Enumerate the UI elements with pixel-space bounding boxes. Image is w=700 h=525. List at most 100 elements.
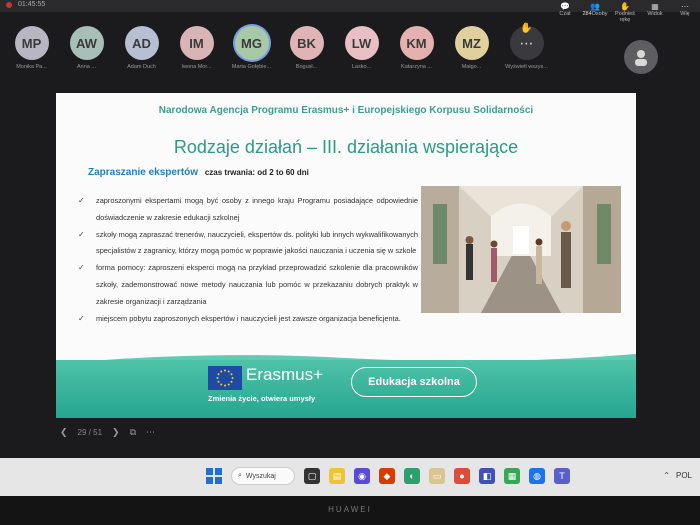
participant-name: Adam Duch bbox=[127, 64, 156, 70]
meeting-actions: 💬 Czat 👥 284Osoby ✋ Podnieś rękę ▦ Widok ⋯ Wię bbox=[550, 0, 700, 23]
section-label: Zapraszanie ekspertów bbox=[88, 167, 199, 178]
participant-name: Lasko... bbox=[351, 64, 372, 70]
slide-grid-icon[interactable]: ⧉ bbox=[130, 427, 136, 438]
participant-strip: MP Monika Pa... AW Anna ... AD Adam Duch IM Iwo… bbox=[6, 26, 552, 70]
slide-section: Zapraszanie ekspertów czas trwania: od 2… bbox=[88, 167, 309, 178]
folder-icon[interactable]: ▭ bbox=[429, 468, 445, 484]
bullet-item: ✓ szkoły mogą zapraszać trenerów, nauczyc… bbox=[78, 227, 418, 261]
teams-icon[interactable]: T bbox=[554, 468, 570, 484]
checkmark-icon: ✓ bbox=[78, 229, 85, 239]
top-action-label: Widok bbox=[647, 11, 663, 17]
top-action-icon: ✋ bbox=[620, 2, 630, 11]
tray-expand-icon[interactable]: ⌃ bbox=[663, 471, 670, 480]
sheets-icon[interactable]: ▦ bbox=[504, 468, 520, 484]
self-video-avatar[interactable] bbox=[624, 40, 658, 74]
bullet-item: ✓ miejscem pobytu zaproszonych ekspertów … bbox=[78, 311, 418, 328]
taskbar-search[interactable]: ⌕ Wyszukaj bbox=[231, 467, 295, 485]
participant-tile[interactable]: KM Katarzyna ... bbox=[391, 26, 442, 70]
avatar: MZ bbox=[454, 26, 489, 60]
top-action-4[interactable]: ⋯ Wię bbox=[670, 0, 700, 22]
avatar: MG bbox=[234, 26, 269, 60]
participant-tile[interactable]: AW Anna ... bbox=[61, 26, 112, 70]
participant-tile[interactable]: BK Bogusł... bbox=[281, 26, 332, 70]
chrome-icon[interactable]: ● bbox=[454, 468, 470, 484]
taskbar-search-label: Wyszukaj bbox=[245, 472, 276, 480]
top-action-icon: 💬 bbox=[560, 2, 570, 11]
participant-tile[interactable]: MZ Małgo... bbox=[446, 26, 497, 70]
avatar: IM bbox=[179, 26, 214, 60]
language-indicator[interactable]: POL bbox=[676, 471, 692, 480]
participant-tile[interactable]: MP Monika Pa... bbox=[6, 26, 57, 70]
previous-slide-icon[interactable]: ❮ bbox=[60, 427, 68, 438]
bullet-item: ✓ forma pomocy: zaproszeni eksperci mogą … bbox=[78, 260, 418, 310]
slide-page-indicator: 29 / 51 bbox=[77, 428, 103, 437]
avatar: KM bbox=[399, 26, 434, 60]
next-slide-icon[interactable]: ❯ bbox=[112, 427, 120, 438]
meeting-info: 01:45:55 bbox=[6, 1, 45, 8]
edge-icon[interactable]: ◐ bbox=[404, 468, 420, 484]
windows-start-icon[interactable] bbox=[206, 468, 222, 484]
more-options-icon[interactable]: ⋯ bbox=[146, 427, 155, 438]
bullet-text: miejscem pobytu zaproszonych ekspertów i… bbox=[96, 313, 401, 323]
avatar: AW bbox=[69, 26, 104, 60]
avatar: BK bbox=[289, 26, 324, 60]
top-action-2[interactable]: ✋ Podnieś rękę bbox=[610, 0, 640, 23]
top-action-icon: 👥 bbox=[590, 2, 600, 11]
bullet-text: szkoły mogą zapraszać trenerów, nauczyci… bbox=[96, 229, 418, 256]
participant-name: Małgo... bbox=[461, 64, 482, 70]
slide-header: Narodowa Agencja Programu Erasmus+ i Eur… bbox=[158, 105, 534, 116]
participant-name: Anna ... bbox=[77, 64, 96, 70]
participant-tile[interactable]: AD Adam Duch bbox=[116, 26, 167, 70]
slide-bullet-list: ✓ zaproszonymi ekspertami mogą być osoby … bbox=[78, 193, 418, 327]
students-corridor-photo bbox=[421, 186, 621, 313]
participant-name: Marta Gołębie... bbox=[231, 64, 272, 70]
top-action-label: Podnieś rękę bbox=[615, 11, 635, 23]
participant-tile[interactable]: LW Lasko... bbox=[336, 26, 387, 70]
participant-tile[interactable]: IM Iwona Mor... bbox=[171, 26, 222, 70]
programme-badge: Edukacja szkolna bbox=[351, 367, 477, 397]
slide-footer: Erasmus+ Zmienia życie, otwiera umysły E… bbox=[56, 360, 636, 418]
checkmark-icon: ✓ bbox=[78, 313, 85, 323]
top-action-label: Czat bbox=[559, 11, 571, 17]
search-icon: ⌕ bbox=[238, 472, 242, 479]
app-icon[interactable]: ◍ bbox=[529, 468, 545, 484]
bullet-text: zaproszonymi ekspertami mogą być osoby z… bbox=[96, 196, 418, 222]
checkmark-icon: ✓ bbox=[78, 196, 85, 205]
recording-icon bbox=[6, 1, 12, 8]
checkmark-icon: ✓ bbox=[78, 263, 85, 273]
slide-navigation: ❮ 29 / 51 ❯ ⧉ ⋯ bbox=[60, 427, 155, 438]
top-action-icon: ▦ bbox=[651, 2, 659, 11]
eu-flag-icon bbox=[208, 366, 242, 390]
office-icon[interactable]: ◆ bbox=[379, 468, 395, 484]
raised-hand-icon: ✋ bbox=[520, 23, 533, 34]
slide-title: Rodzaje działań – III. działania wspiera… bbox=[173, 137, 519, 157]
top-action-3[interactable]: ▦ Widok bbox=[640, 0, 670, 22]
erasmus-tagline: Zmienia życie, otwiera umysły bbox=[208, 394, 316, 403]
section-duration: czas trwania: od 2 to 60 dni bbox=[204, 168, 309, 177]
top-action-0[interactable]: 💬 Czat bbox=[550, 0, 580, 22]
file-explorer-icon[interactable]: ▤ bbox=[329, 468, 345, 484]
avatar: AD bbox=[124, 26, 159, 60]
top-action-label: Osoby bbox=[591, 11, 608, 17]
erasmus-logo-text: Erasmus+ bbox=[246, 365, 323, 384]
top-action-count: 284 bbox=[582, 11, 592, 17]
windows-taskbar: ⌕ Wyszukaj ▢ ▤ ◉ ◆ ◐ ▭ ● ◧ ▦ ◍ T ⌃ POL bbox=[0, 458, 700, 496]
system-tray: ⌃ POL bbox=[663, 471, 692, 480]
participant-tile[interactable]: MG Marta Gołębie... bbox=[226, 26, 277, 70]
taskbar-icons: ⌕ Wyszukaj ▢ ▤ ◉ ◆ ◐ ▭ ● ◧ ▦ ◍ T bbox=[206, 467, 570, 485]
participant-name: Iwona Mor... bbox=[181, 64, 212, 70]
top-action-1[interactable]: 👥 284Osoby bbox=[580, 0, 610, 22]
task-view-icon[interactable]: ▢ bbox=[304, 468, 320, 484]
meeting-timer: 01:45:55 bbox=[18, 1, 46, 8]
teams-chat-icon[interactable]: ◉ bbox=[354, 468, 370, 484]
presentation-slide: Narodowa Agencja Programu Erasmus+ i Eur… bbox=[56, 93, 636, 418]
avatar: LW bbox=[344, 26, 379, 60]
store-icon[interactable]: ◧ bbox=[479, 468, 495, 484]
participant-name: Katarzyna ... bbox=[401, 64, 432, 70]
bullet-item: ✓ zaproszonymi ekspertami mogą być osoby … bbox=[78, 193, 418, 227]
top-action-icon: ⋯ bbox=[681, 2, 689, 11]
participant-name: Monika Pa... bbox=[16, 64, 47, 70]
show-all-label: Wyświetl wszys... bbox=[505, 64, 548, 70]
avatar: MP bbox=[14, 26, 49, 60]
top-action-label: Wię bbox=[680, 11, 690, 17]
